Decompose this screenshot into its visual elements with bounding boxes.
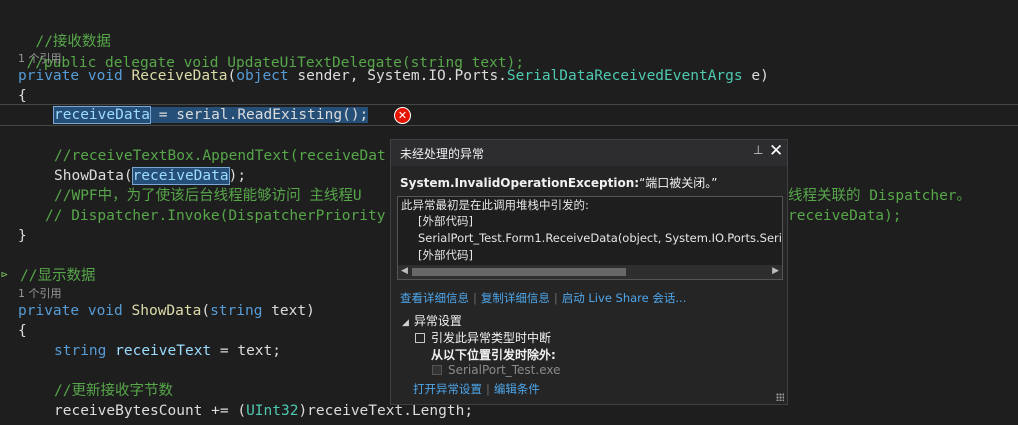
horizontal-scrollbar[interactable]: ◀ ▶ <box>398 265 782 279</box>
scroll-left-icon[interactable]: ◀ <box>401 266 408 276</box>
code-line-7[interactable]: ShowData(receiveData); <box>54 165 246 187</box>
comment: // Dispatcher.Invoke(DispatcherPriority <box>45 208 386 224</box>
code-line-5[interactable]: receiveData = serial.ReadExisting(); <box>52 104 369 126</box>
code-text: ( <box>227 68 237 84</box>
exception-type: System.InvalidOperationException:“端口被关闭。… <box>400 174 718 191</box>
code-line-13[interactable]: { <box>18 320 27 342</box>
code-text: sender, System.IO.Ports. <box>288 68 507 84</box>
code-text: e) <box>742 68 769 84</box>
code-text: receiveBytesCount += ( <box>54 403 247 419</box>
stack-frame[interactable]: [外部代码] <box>418 247 473 263</box>
checkbox-icon[interactable] <box>432 365 442 375</box>
stack-header: 此异常最初是在此调用堆栈中引发的: <box>401 198 589 212</box>
collapse-icon[interactable]: ⊳ <box>1 268 8 281</box>
divider: | <box>486 382 490 396</box>
code-line-1[interactable]: //接收数据 <box>18 9 110 50</box>
code-text: ( <box>123 168 133 184</box>
code-text: = text; <box>211 343 281 359</box>
comment: 线程关联的 Dispatcher。 <box>788 188 972 204</box>
stack-frame[interactable]: [外部代码] <box>418 213 473 229</box>
comment: //更新接收字节数 <box>54 383 173 399</box>
code-line-6[interactable]: //receiveTextBox.AppendText(receiveDat <box>54 145 386 167</box>
except-module-checkbox[interactable]: SerialPort_Test.exe <box>432 363 560 377</box>
divider: | <box>553 291 558 305</box>
exception-settings-toggle[interactable]: ◢ 异常设置 <box>402 312 462 329</box>
popup-title: 未经处理的异常 <box>400 147 485 161</box>
code-line-9-tail[interactable]: receiveData); <box>788 205 902 227</box>
keyword: void <box>87 68 123 84</box>
comment: //receiveTextBox.AppendText(receiveDat <box>54 148 386 164</box>
call-stack-box[interactable]: 此异常最初是在此调用堆栈中引发的: [外部代码] SerialPort_Test… <box>397 196 783 280</box>
code-text: = serial.ReadExisting(); <box>150 107 369 123</box>
code-text: ( <box>201 303 211 319</box>
code-line-9[interactable]: // Dispatcher.Invoke(DispatcherPriority <box>45 205 385 227</box>
keyword: string <box>54 343 107 359</box>
code-text: } <box>18 228 27 244</box>
break-on-type-checkbox[interactable]: 引发此异常类型时中断 <box>415 329 551 346</box>
checkbox-icon[interactable] <box>415 333 425 343</box>
copy-details-link[interactable]: 复制详细信息 <box>481 291 550 305</box>
code-text: { <box>18 323 27 339</box>
exception-message: “端口被关闭。” <box>639 176 718 190</box>
code-line-8[interactable]: //WPF中，为了使该后台线程能够访问 主线程U <box>54 185 362 207</box>
stack-frame[interactable]: SerialPort_Test.Form1.ReceiveData(object… <box>418 230 782 246</box>
code-text: { <box>18 88 27 104</box>
edit-conditions-link[interactable]: 编辑条件 <box>494 382 540 396</box>
checkbox-label: 引发此异常类型时中断 <box>431 331 552 345</box>
comment: //WPF中，为了使该后台线程能够访问 主线程U <box>54 188 362 204</box>
settings-links: 打开异常设置 | 编辑条件 <box>413 381 540 397</box>
keyword: object <box>236 68 289 84</box>
error-icon[interactable]: ✕ <box>394 107 411 124</box>
method-name: ShowData <box>131 303 202 319</box>
comment: //显示数据 <box>20 268 96 284</box>
code-text: text) <box>262 303 315 319</box>
exception-helper-popup: 未经处理的异常 ⊥ ✕ System.InvalidOperationExcep… <box>390 139 788 405</box>
code-text: )receiveText.Length; <box>298 403 474 419</box>
action-links: 查看详细信息 | 复制详细信息 | 启动 Live Share 会话... <box>400 290 686 306</box>
code-line-10[interactable]: } <box>18 225 27 247</box>
divider: | <box>473 291 477 305</box>
scroll-right-icon[interactable]: ▶ <box>772 266 779 276</box>
exception-type-name: System.InvalidOperationException: <box>400 176 640 190</box>
variable: receiveData <box>131 167 230 185</box>
method-name: ReceiveData <box>131 68 228 84</box>
checkbox-label: SerialPort_Test.exe <box>448 363 561 377</box>
settings-header-label: 异常设置 <box>413 314 462 328</box>
code-line-11[interactable]: //显示数据 <box>20 265 95 287</box>
keyword: private <box>18 68 80 84</box>
variable: receiveText <box>115 343 212 359</box>
view-details-link[interactable]: 查看详细信息 <box>400 291 469 305</box>
code-line-8-tail[interactable]: 线程关联的 Dispatcher。 <box>788 185 971 207</box>
code-line-14[interactable]: string receiveText = text; <box>54 340 281 362</box>
scrollbar-thumb[interactable] <box>412 268 626 276</box>
popup-header: 未经处理的异常 ⊥ ✕ <box>391 140 787 166</box>
keyword: void <box>87 303 123 319</box>
code-line-15[interactable]: //更新接收字节数 <box>54 380 173 402</box>
except-from-label: 从以下位置引发时除外: <box>431 348 556 362</box>
open-exception-settings-link[interactable]: 打开异常设置 <box>413 382 482 396</box>
variable: receiveData <box>52 106 152 124</box>
resize-grip-icon[interactable] <box>776 393 784 401</box>
type-name: UInt32 <box>246 403 299 419</box>
keyword: private <box>18 303 80 319</box>
code-line-2[interactable]: //public delegate void UpdateUiTextDeleg… <box>9 30 524 71</box>
code-line-4[interactable]: { <box>18 85 27 107</box>
code-line-12[interactable]: private void ShowData(string text) <box>18 300 315 322</box>
close-icon[interactable]: ✕ <box>769 141 783 161</box>
live-share-link[interactable]: 启动 Live Share 会话... <box>562 291 687 305</box>
pin-icon[interactable]: ⊥ <box>753 143 763 157</box>
code-text: ); <box>228 168 247 184</box>
code-line-3[interactable]: private void ReceiveData(object sender, … <box>18 65 769 87</box>
type-name: SerialDataReceivedEventArgs <box>506 68 743 84</box>
method-name: ShowData <box>54 168 124 184</box>
comment: receiveData); <box>788 208 902 224</box>
expand-triangle-icon: ◢ <box>402 318 409 328</box>
keyword: string <box>210 303 263 319</box>
